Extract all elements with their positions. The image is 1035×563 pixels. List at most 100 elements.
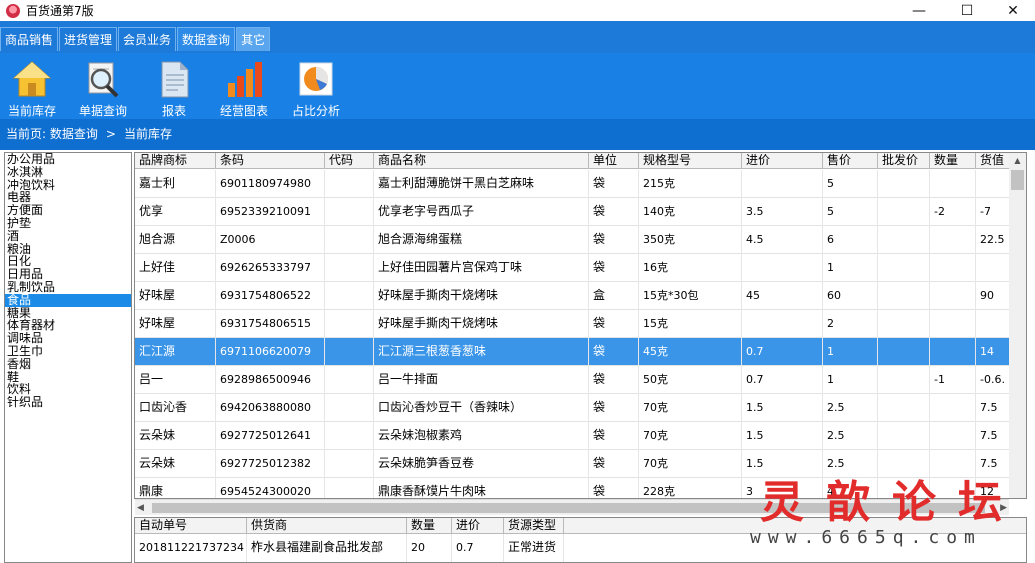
category-item[interactable]: 食品 xyxy=(5,293,131,307)
breadcrumb-section[interactable]: 数据查询 xyxy=(50,127,98,141)
table-row[interactable]: 口齿沁香 6942063880080 口齿沁香炒豆干（香辣味）袋 70克 1.5 2.5 7… xyxy=(135,394,1016,422)
column-header[interactable]: 规格型号 xyxy=(639,153,742,169)
category-list[interactable]: 办公用品 冰淇淋 冲泡饮料 电器 方便面 护垫酒粮油 日化 日用品 乳制饮品 食品 糖果 体育器材 调味… xyxy=(4,152,132,563)
table-row[interactable]: 旭合源 Z0006 旭合源海绵蛋糕袋 350克 4.5 6 22.5 xyxy=(135,226,1016,254)
close-button[interactable]: ✕ xyxy=(990,0,1035,21)
column-header[interactable]: 自动单号 xyxy=(135,518,247,534)
column-header[interactable]: 供货商 xyxy=(247,518,407,534)
tab-members[interactable]: 会员业务 xyxy=(118,27,177,51)
category-item[interactable]: 针织品 xyxy=(5,396,131,409)
tool-share-analysis[interactable]: 占比分析 xyxy=(290,53,342,119)
category-item[interactable]: 办公用品 xyxy=(5,153,131,166)
category-item[interactable]: 香烟 xyxy=(5,358,131,371)
category-item[interactable]: 日用品 xyxy=(5,268,131,281)
column-header[interactable]: 条码 xyxy=(216,153,325,169)
report-icon xyxy=(161,61,189,98)
category-item[interactable]: 冲泡饮料 xyxy=(5,179,131,192)
category-item[interactable]: 酒 xyxy=(5,230,131,243)
category-item[interactable]: 调味品 xyxy=(5,332,131,345)
table-cell xyxy=(878,198,930,226)
scroll-up-icon[interactable]: ▲ xyxy=(1009,153,1026,169)
column-header[interactable]: 进价 xyxy=(452,518,504,534)
scroll-left-icon[interactable]: ◀ xyxy=(137,500,144,516)
table-cell: 袋 xyxy=(589,338,639,366)
table-cell xyxy=(325,282,374,310)
table-cell: 优享 xyxy=(135,198,216,226)
tool-business-charts[interactable]: 经营图表 xyxy=(218,53,270,119)
table-cell xyxy=(930,338,976,366)
column-header[interactable]: 货源类型 xyxy=(504,518,564,534)
table-cell: 袋 xyxy=(589,450,639,478)
minimize-button[interactable]: — xyxy=(896,0,942,21)
table-cell: 140克 xyxy=(639,198,742,226)
table-row[interactable]: 云朵妹 6927725012641 云朵妹泡椒素鸡袋 70克 1.5 2.5 7.5 xyxy=(135,422,1016,450)
table-cell: 云朵妹 xyxy=(135,450,216,478)
tool-current-stock[interactable]: 当前库存 xyxy=(8,53,56,119)
column-header[interactable]: 数量 xyxy=(407,518,452,534)
tool-label: 单据查询 xyxy=(78,104,127,118)
tool-reports[interactable]: 报表 xyxy=(152,53,196,119)
table-cell: 袋 xyxy=(589,394,639,422)
column-header[interactable]: 商品名称 xyxy=(374,153,589,169)
table-cell: 0.7 xyxy=(742,366,823,394)
table-cell: 16克 xyxy=(639,254,742,282)
table-row[interactable]: 上好佳 6926265333797 上好佳田园薯片宫保鸡丁味袋 16克 1 xyxy=(135,254,1016,282)
tab-other[interactable]: 其它 xyxy=(236,27,271,51)
category-item[interactable]: 电器 xyxy=(5,191,131,204)
tab-purchase[interactable]: 进货管理 xyxy=(59,27,118,51)
category-item[interactable]: 糖果 xyxy=(5,307,131,320)
category-item[interactable]: 冰淇淋 xyxy=(5,166,131,179)
column-header[interactable]: 售价 xyxy=(823,153,878,169)
main-tabs: 商品销售 进货管理 会员业务 数据查询 其它 xyxy=(0,27,271,51)
table-cell: 1 xyxy=(823,338,878,366)
category-item[interactable]: 乳制饮品 xyxy=(5,281,131,294)
table-cell: 350克 xyxy=(639,226,742,254)
grid-header: 品牌商标 条码 代码 商品名称 单位 规格型号 进价 售价 批发价 数量 货值 xyxy=(135,153,1016,169)
tab-data-query[interactable]: 数据查询 xyxy=(177,27,236,51)
maximize-button[interactable]: ☐ xyxy=(944,0,990,21)
category-item[interactable]: 方便面 xyxy=(5,204,131,217)
column-header[interactable]: 批发价 xyxy=(878,153,930,169)
tab-sales[interactable]: 商品销售 xyxy=(0,27,59,51)
stock-grid[interactable]: 品牌商标 条码 代码 商品名称 单位 规格型号 进价 售价 批发价 数量 货值 嘉士利 6901180… xyxy=(134,152,1027,499)
category-item[interactable]: 粮油 xyxy=(5,243,131,256)
table-cell xyxy=(325,198,374,226)
pie-chart-icon xyxy=(299,62,333,96)
tool-label: 经营图表 xyxy=(219,104,268,118)
category-item[interactable]: 护垫 xyxy=(5,217,131,230)
category-item[interactable]: 日化 xyxy=(5,255,131,268)
table-cell: 0.7 xyxy=(742,338,823,366)
table-cell: 6926265333797 xyxy=(216,254,325,282)
table-cell xyxy=(930,310,976,338)
table-row[interactable]: 嘉士利 6901180974980 嘉士利甜薄脆饼干黑白芝麻味袋 215克 5 xyxy=(135,170,1016,198)
table-cell xyxy=(325,422,374,450)
table-row[interactable]: 优享 6952339210091 优享老字号西瓜子袋 140克 3.5 5 -2 -7 xyxy=(135,198,1016,226)
column-header[interactable]: 品牌商标 xyxy=(135,153,216,169)
table-cell: 20 xyxy=(407,534,452,562)
table-cell: 70克 xyxy=(639,394,742,422)
table-cell xyxy=(878,226,930,254)
tool-document-query[interactable]: 单据查询 xyxy=(78,53,128,119)
category-item[interactable]: 体育器材 xyxy=(5,319,131,332)
table-cell: 3.5 xyxy=(742,198,823,226)
column-header[interactable]: 进价 xyxy=(742,153,823,169)
table-row[interactable]: 汇江源 6971106620079 汇江源三根葱香葱味袋 45克 0.7 1 14 xyxy=(135,338,1016,366)
table-cell xyxy=(878,366,930,394)
table-cell: 盒 xyxy=(589,282,639,310)
table-cell: 好味屋 xyxy=(135,310,216,338)
vertical-scrollbar[interactable]: ▲ xyxy=(1009,153,1026,498)
table-cell xyxy=(930,394,976,422)
column-header[interactable]: 数量 xyxy=(930,153,976,169)
table-cell: 6901180974980 xyxy=(216,170,325,198)
table-row[interactable]: 吕一 6928986500946 吕一牛排面袋 50克 0.7 1 -1 -0.6. xyxy=(135,366,1016,394)
category-item[interactable]: 卫生巾 xyxy=(5,345,131,358)
scroll-thumb[interactable] xyxy=(1011,170,1024,190)
table-cell: 嘉士利 xyxy=(135,170,216,198)
column-header[interactable]: 代码 xyxy=(325,153,374,169)
table-row[interactable]: 好味屋 6931754806522 好味屋手撕肉干烧烤味盒 15克*30包 45 60 90 xyxy=(135,282,1016,310)
column-header[interactable]: 单位 xyxy=(589,153,639,169)
table-row[interactable]: 好味屋 6931754806515 好味屋手撕肉干烧烤味袋 15克 2 xyxy=(135,310,1016,338)
breadcrumb: 当前页: 数据查询 > 当前库存 xyxy=(0,119,1035,150)
category-item[interactable]: 鞋 xyxy=(5,371,131,384)
category-item[interactable]: 饮料 xyxy=(5,383,131,396)
